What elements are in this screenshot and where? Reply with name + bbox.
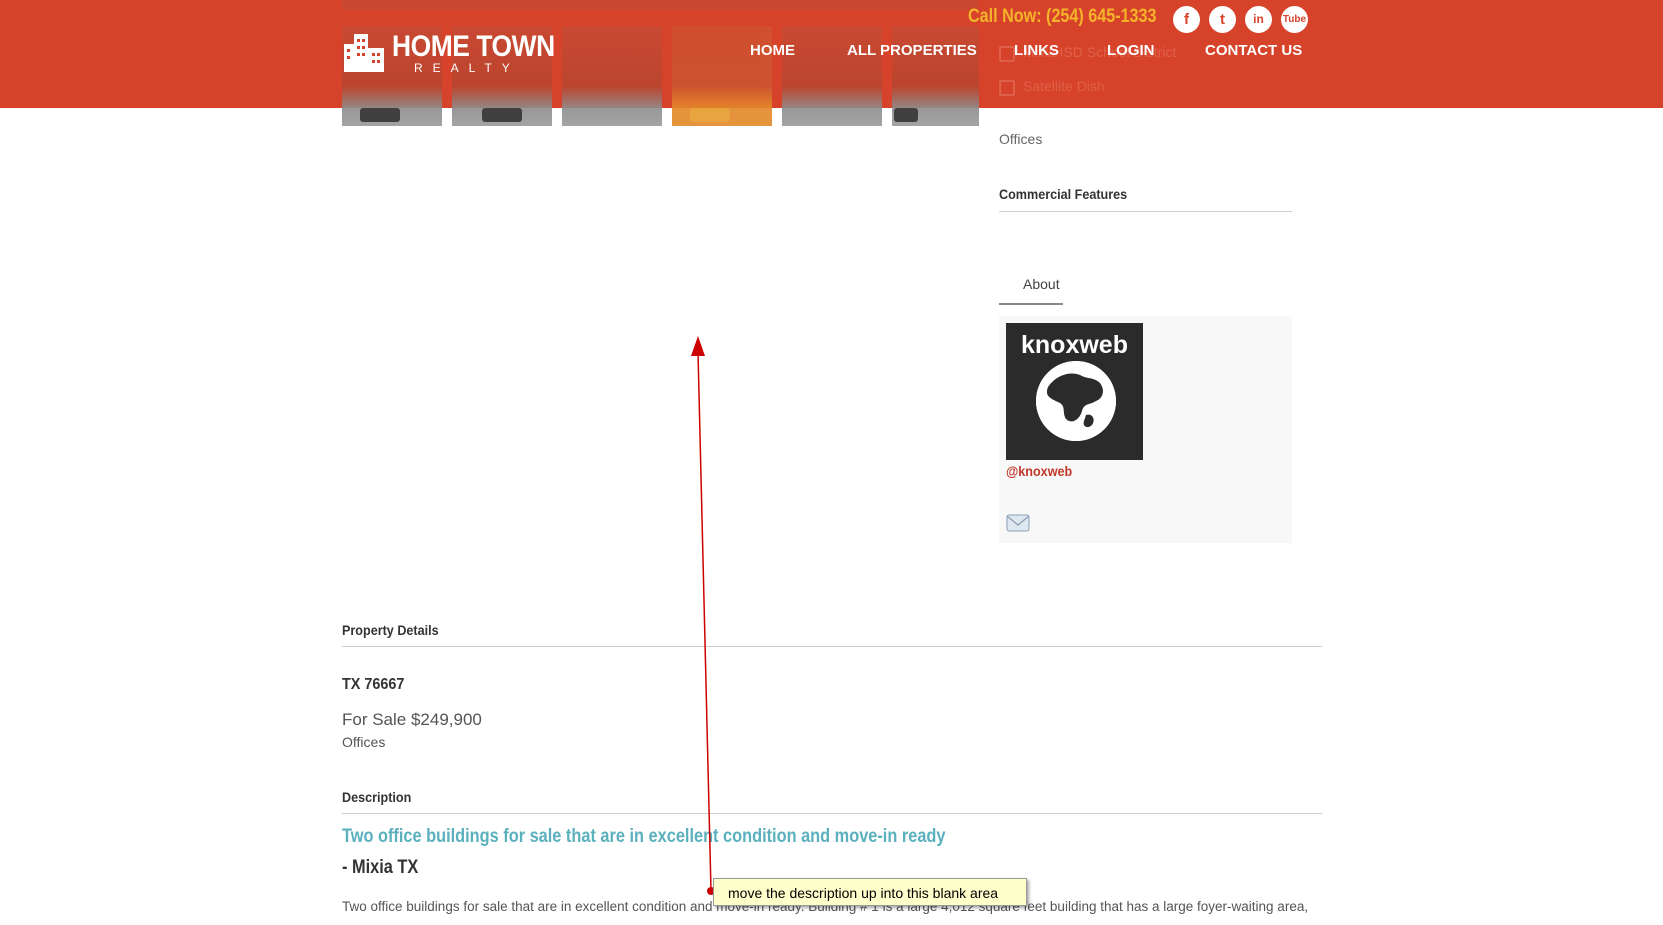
property-type: Offices bbox=[342, 734, 386, 750]
property-details-heading: Property Details bbox=[342, 622, 439, 638]
checkbox-checked-icon bbox=[999, 80, 1015, 96]
listing-location: - Mixia TX bbox=[342, 857, 419, 878]
linkedin-icon[interactable]: in bbox=[1245, 6, 1272, 33]
avatar-brand-text: knoxweb bbox=[1021, 331, 1128, 359]
annotation-note: move the description up into this blank … bbox=[713, 878, 1027, 906]
gallery-top-edge bbox=[342, 0, 979, 10]
divider bbox=[999, 211, 1292, 212]
facebook-icon[interactable]: f bbox=[1173, 6, 1200, 33]
globe-icon bbox=[1036, 361, 1116, 441]
commercial-features-heading: Commercial Features bbox=[999, 186, 1128, 202]
avatar[interactable]: knoxweb bbox=[1006, 323, 1143, 460]
property-zip: TX 76667 bbox=[342, 676, 405, 693]
buildings-logo-icon bbox=[344, 34, 384, 72]
about-panel: knoxweb @knoxweb bbox=[999, 316, 1292, 543]
property-type-label: Offices bbox=[999, 131, 1043, 147]
brand-title: HOME TOWN bbox=[392, 30, 555, 63]
nav-all-properties[interactable]: ALL PROPERTIES bbox=[847, 42, 977, 59]
description-heading: Description bbox=[342, 789, 412, 805]
nav-home[interactable]: HOME bbox=[750, 42, 795, 59]
gallery-thumbnail[interactable] bbox=[562, 26, 662, 126]
twitter-icon[interactable]: t bbox=[1209, 6, 1236, 33]
youtube-icon[interactable]: Tube bbox=[1281, 6, 1308, 33]
checkbox-checked-icon bbox=[999, 46, 1015, 62]
twitter-handle-link[interactable]: @knoxweb bbox=[1006, 463, 1072, 479]
tab-about[interactable]: About bbox=[999, 270, 1063, 305]
feature-item: Satellite Dish bbox=[1023, 78, 1105, 94]
divider bbox=[342, 646, 1322, 647]
site-logo[interactable]: HOME TOWN REALTY bbox=[342, 28, 555, 78]
gallery-thumbnail[interactable] bbox=[782, 26, 882, 126]
call-now-phone[interactable]: Call Now: (254) 645-1333 bbox=[968, 6, 1157, 28]
annotation-arrow bbox=[691, 336, 715, 895]
gallery-thumbnail[interactable] bbox=[892, 26, 979, 126]
gallery-thumbnail[interactable] bbox=[672, 26, 772, 126]
nav-links[interactable]: LINKS bbox=[1014, 42, 1059, 59]
listing-headline: Two office buildings for sale that are i… bbox=[342, 826, 946, 847]
property-price: For Sale $249,900 bbox=[342, 710, 482, 729]
divider bbox=[342, 813, 1322, 814]
nav-contact-us[interactable]: CONTACT US bbox=[1205, 42, 1302, 59]
brand-subtitle: REALTY bbox=[414, 61, 520, 75]
envelope-icon[interactable] bbox=[1006, 511, 1030, 535]
nav-login[interactable]: LOGIN bbox=[1107, 42, 1155, 59]
